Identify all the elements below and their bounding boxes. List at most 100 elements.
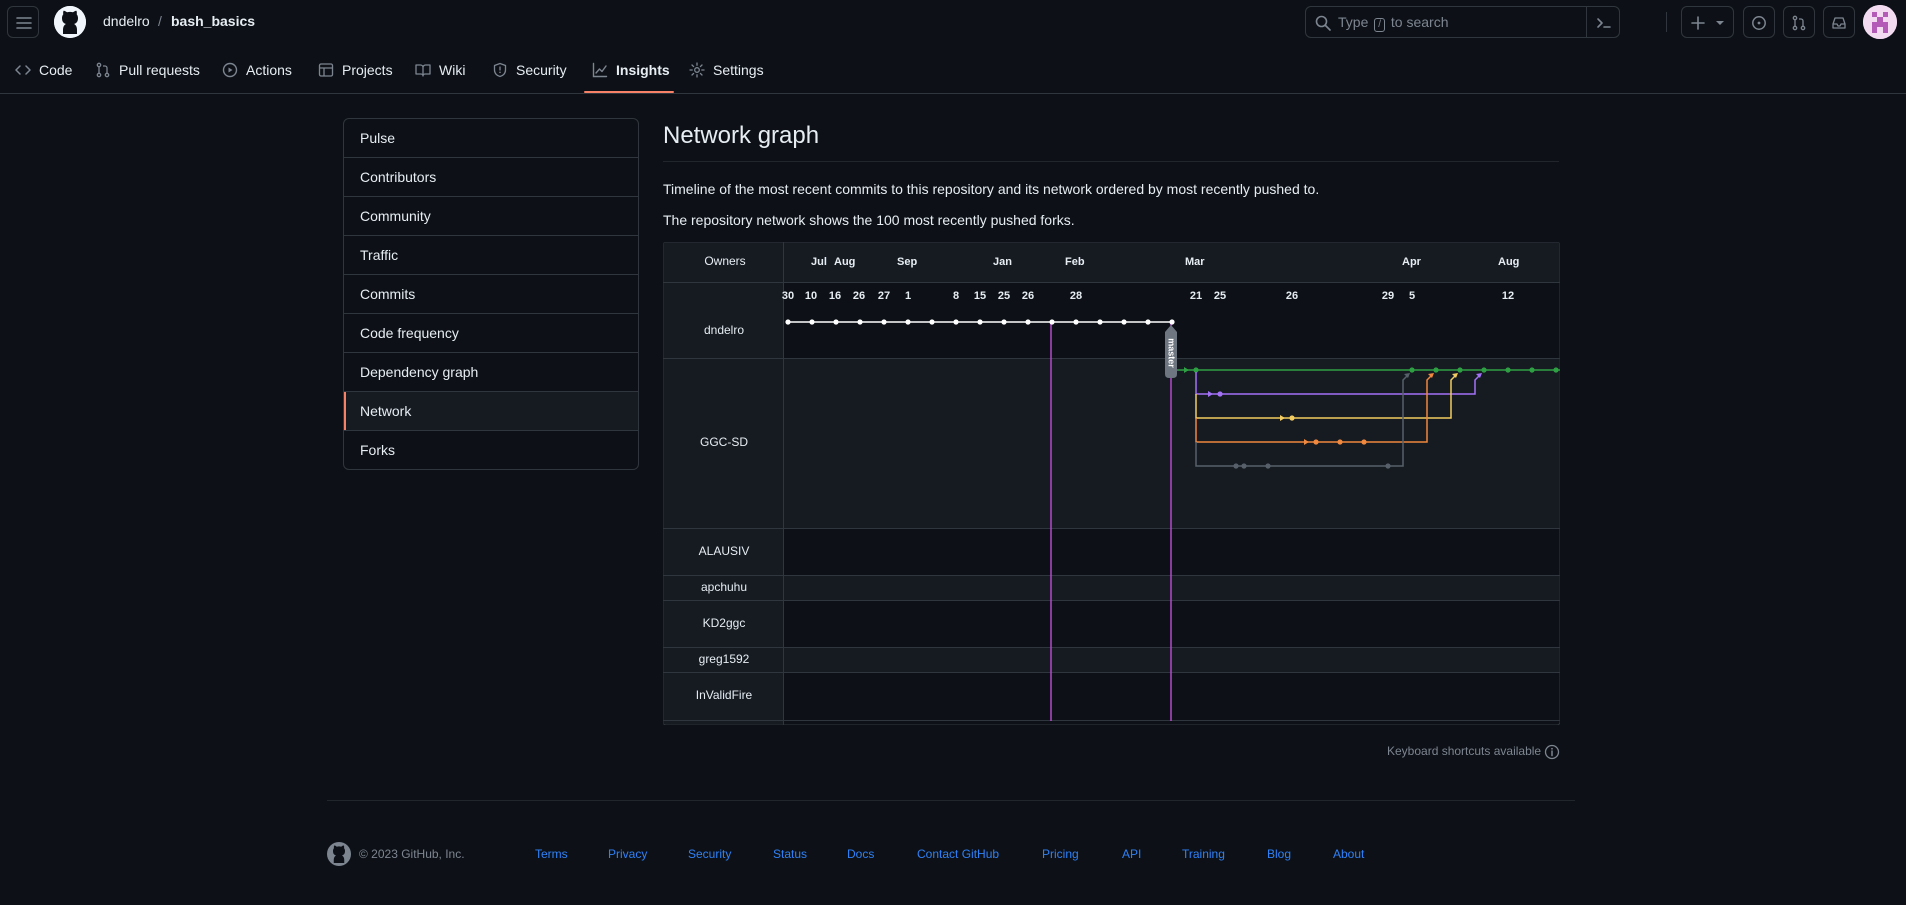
pull-requests-icon [1792,15,1806,31]
sidebar-item-code-frequency[interactable]: Code frequency [344,313,638,352]
commit-dot[interactable] [785,319,791,325]
tab-pull-requests[interactable]: Pull requests [95,46,200,93]
day-label: 16 [829,290,841,302]
tab-security[interactable]: Security [492,46,567,93]
commit-dot[interactable] [809,319,815,325]
sidebar-item-forks[interactable]: Forks [344,430,638,469]
commit-dot[interactable] [1217,391,1223,397]
command-palette-button[interactable] [1586,7,1619,37]
commit-dot[interactable] [1145,319,1151,325]
tab-label: Settings [713,61,764,78]
play-icon [222,62,238,77]
footer-link-terms[interactable]: Terms [535,847,568,861]
commit-dot[interactable] [1121,319,1127,325]
commit-dot[interactable] [953,319,959,325]
sidebar-item-contributors[interactable]: Contributors [344,157,638,196]
footer-link-api[interactable]: API [1122,847,1141,861]
tab-code[interactable]: Code [15,46,72,93]
commit-dot[interactable] [1097,319,1103,325]
owner-name[interactable]: dndelro [704,323,744,337]
day-label: 25 [1214,290,1226,302]
inbox-button[interactable] [1823,6,1855,38]
commit-dot[interactable] [1481,367,1487,373]
breadcrumb-owner[interactable]: dndelro [103,13,150,29]
footer-link-contact[interactable]: Contact GitHub [917,847,999,861]
owner-name[interactable]: ALAUSIV [699,544,750,558]
sidebar-item-traffic[interactable]: Traffic [344,235,638,274]
sidebar-item-community[interactable]: Community [344,196,638,235]
master-branch-tag[interactable]: master [1165,325,1177,378]
footer-link-about[interactable]: About [1333,847,1364,861]
day-label: 10 [805,290,817,302]
commit-dot[interactable] [881,319,887,325]
create-new-button[interactable] [1681,6,1734,38]
github-logo[interactable] [54,6,86,38]
commit-dot[interactable] [1265,463,1271,469]
month-label: Mar [1185,256,1205,268]
owner-name[interactable]: apchuhu [701,580,747,594]
commit-dot[interactable] [1193,367,1199,373]
tab-settings[interactable]: Settings [689,46,764,93]
footer-link-privacy[interactable]: Privacy [608,847,647,861]
avatar[interactable] [1863,5,1897,39]
footer-link-blog[interactable]: Blog [1267,847,1291,861]
issues-button[interactable] [1743,6,1775,38]
sidebar-item-pulse[interactable]: Pulse [344,119,638,157]
network-fork-note: The repository network shows the 100 mos… [663,212,1075,228]
commit-dot[interactable] [1241,463,1247,469]
footer-link-security[interactable]: Security [688,847,731,861]
commit-dot[interactable] [1409,367,1415,373]
github-footer-logo-icon[interactable] [327,842,351,866]
pull-requests-button[interactable] [1783,6,1815,38]
network-graph[interactable]: Owners Jul Aug Sep Jan Feb Mar Apr Aug 3… [663,242,1560,725]
tab-insights[interactable]: Insights [592,46,670,93]
hamburger-menu-button[interactable] [7,6,39,38]
commit-dot[interactable] [905,319,911,325]
commit-dot[interactable] [1553,367,1559,373]
sidebar-item-dependency-graph[interactable]: Dependency graph [344,352,638,391]
owner-name[interactable]: greg1592 [699,652,750,666]
footer-link-pricing[interactable]: Pricing [1042,847,1079,861]
tab-projects[interactable]: Projects [318,46,393,93]
commit-dot[interactable] [977,319,983,325]
month-label: Feb [1065,256,1085,268]
sidebar-item-network[interactable]: Network [344,391,638,430]
commit-dot[interactable] [1385,463,1391,469]
shield-icon [493,62,507,77]
breadcrumb-separator: / [158,13,162,29]
search-input[interactable]: Type / to search [1305,6,1620,38]
commit-dot[interactable] [1073,319,1079,325]
commit-dot[interactable] [1169,319,1175,325]
keyboard-shortcuts-hint[interactable]: Keyboard shortcuts available [1387,744,1560,760]
commit-dot[interactable] [1361,439,1367,445]
footer-link-docs[interactable]: Docs [847,847,874,861]
commit-dot[interactable] [1233,463,1239,469]
commit-dot[interactable] [857,319,863,325]
global-header: dndelro / bash_basics Type / to search [0,0,1906,46]
commit-dot[interactable] [1289,415,1295,421]
gear-icon [689,61,705,78]
month-label: Apr [1402,256,1422,268]
footer-link-training[interactable]: Training [1182,847,1225,861]
commit-dot[interactable] [1433,367,1439,373]
day-label: 27 [878,290,890,302]
commit-dot[interactable] [833,319,839,325]
commit-dot[interactable] [929,319,935,325]
owner-name[interactable]: KD2ggc [703,616,746,630]
book-icon [415,63,431,77]
commit-dot[interactable] [1505,367,1511,373]
commit-dot[interactable] [1337,439,1343,445]
owner-name[interactable]: GGC-SD [700,435,748,449]
commit-dot[interactable] [1001,319,1007,325]
commit-dot[interactable] [1529,367,1535,373]
footer-link-status[interactable]: Status [773,847,807,861]
commit-dot[interactable] [1049,319,1055,325]
sidebar-item-commits[interactable]: Commits [344,274,638,313]
commit-dot[interactable] [1313,439,1319,445]
commit-dot[interactable] [1457,367,1463,373]
tab-wiki[interactable]: Wiki [415,46,465,93]
commit-dot[interactable] [1025,319,1031,325]
breadcrumb-repo[interactable]: bash_basics [171,13,255,29]
owner-name[interactable]: InValidFire [696,688,753,702]
tab-actions[interactable]: Actions [222,46,292,93]
